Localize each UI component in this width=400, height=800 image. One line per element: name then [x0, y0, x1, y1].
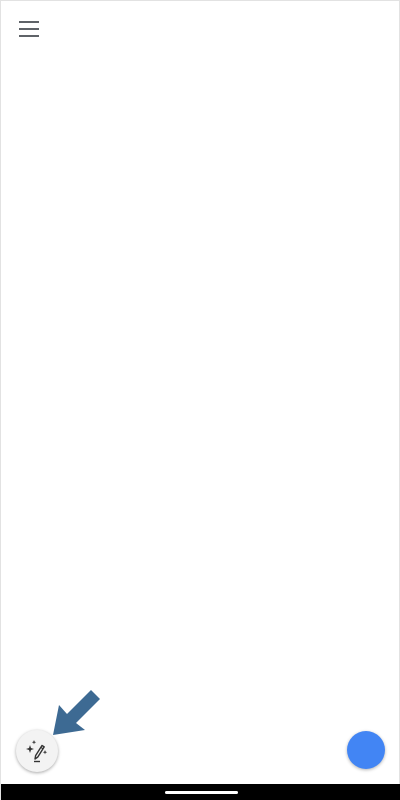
system-navigation-bar — [1, 784, 400, 800]
hamburger-menu-icon — [19, 21, 39, 37]
menu-button[interactable] — [11, 11, 47, 47]
arrow-callout-icon — [53, 690, 100, 735]
assist-write-button[interactable] — [16, 730, 58, 772]
sparkle-pen-icon — [26, 740, 48, 763]
app-screen — [0, 0, 400, 800]
home-indicator[interactable] — [165, 791, 238, 794]
primary-action-button[interactable] — [347, 731, 385, 769]
